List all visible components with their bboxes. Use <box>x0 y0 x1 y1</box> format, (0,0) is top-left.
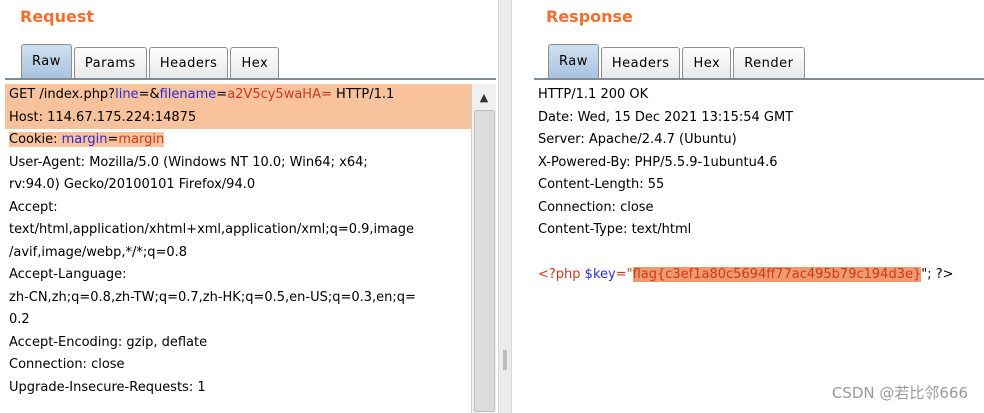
tab-headers[interactable]: Headers <box>600 47 681 78</box>
php-close: "; ?> <box>921 267 954 282</box>
response-editor[interactable]: HTTP/1.1 200 OK Date: Wed, 15 Dec 2021 1… <box>534 84 984 287</box>
status-line: HTTP/1.1 200 OK <box>538 87 649 102</box>
header-line: Connection: close <box>538 199 654 215</box>
tab-raw[interactable]: Raw <box>21 44 72 78</box>
cookie-value: margin <box>118 132 165 147</box>
equals-sign: = <box>216 87 228 102</box>
tab-headers[interactable]: Headers <box>148 47 229 78</box>
header-line: Upgrade-Insecure-Requests: 1 <box>9 379 206 395</box>
header-line: Connection: close <box>9 357 125 372</box>
response-title: Response <box>546 7 633 26</box>
tab-params[interactable]: Params <box>73 47 147 78</box>
response-tabs: Raw Headers Hex Render <box>548 44 807 78</box>
php-body-line: <?php $key="flag{c3ef1a80c5694ff77ac495b… <box>534 264 984 287</box>
header-line: /avif,image/webp,*/*;q=0.8 <box>9 244 188 260</box>
scroll-thumb[interactable] <box>474 110 495 412</box>
param-value-filename: a2V5cy5waHA= <box>227 87 332 102</box>
request-tabs: Raw Params Headers Hex <box>21 44 281 78</box>
tab-render[interactable]: Render <box>733 47 805 78</box>
header-line: Server: Apache/2.4.7 (Ubuntu) <box>538 132 737 147</box>
pane-divider[interactable] <box>498 0 512 413</box>
header-line: rv:94.0) Gecko/20100101 Firefox/94.0 <box>9 177 256 192</box>
flag-value: flag{c3ef1a80c5694ff77ac495b79c194d3e} <box>632 267 922 282</box>
header-line: 0.2 <box>9 312 30 327</box>
equals-sign: = <box>138 87 150 102</box>
param-key-filename: filename <box>159 87 217 102</box>
request-pane: Request Raw Params Headers Hex GET /inde… <box>0 0 497 413</box>
protocol: HTTP/1.1 <box>331 87 395 102</box>
tab-underline <box>534 78 984 80</box>
header-line: User-Agent: Mozilla/5.0 (Windows NT 10.0… <box>9 154 368 170</box>
header-line: Content-Type: text/html <box>538 222 692 237</box>
request-title: Request <box>20 7 95 26</box>
response-pane: Response Raw Headers Hex Render HTTP/1.1… <box>514 0 984 413</box>
tab-hex[interactable]: Hex <box>230 47 280 78</box>
header-line: text/html,application/xhtml+xml,applicat… <box>9 222 415 237</box>
ampersand: & <box>149 87 160 102</box>
php-variable: $key <box>584 267 616 282</box>
scroll-up-icon[interactable]: ▲ <box>472 84 496 110</box>
method-path: GET /index.php? <box>9 87 116 102</box>
cookie-highlight: Cookie: margin=margin <box>9 132 165 147</box>
cookie-label: Cookie: <box>9 132 62 147</box>
divider-grip-icon[interactable] <box>503 350 507 370</box>
host-line: Host: 114.67.175.224:14875 <box>5 106 471 129</box>
header-line: Date: Wed, 15 Dec 2021 13:15:54 GMT <box>538 109 794 125</box>
tab-hex[interactable]: Hex <box>682 47 732 78</box>
watermark: CSDN @若比邻666 <box>831 384 968 402</box>
cookie-line: Cookie: margin=margin <box>5 129 471 152</box>
header-line: Content-Length: 55 <box>538 177 665 192</box>
header-line: zh-CN,zh;q=0.8,zh-TW;q=0.7,zh-HK;q=0.5,e… <box>9 289 416 305</box>
param-key-line: line <box>115 87 139 102</box>
php-open-tag: <?php <box>538 267 585 282</box>
header-line: X-Powered-By: PHP/5.5.9-1ubuntu4.6 <box>538 154 778 170</box>
request-scrollbar[interactable]: ▲ <box>471 84 496 413</box>
header-line: Accept-Language: <box>9 267 127 282</box>
request-editor[interactable]: GET /index.php?line=&filename=a2V5cy5waH… <box>5 84 471 399</box>
equals-sign: = <box>107 132 119 147</box>
request-line: GET /index.php?line=&filename=a2V5cy5waH… <box>5 84 471 107</box>
header-line: Accept-Encoding: gzip, deflate <box>9 334 208 350</box>
header-line: Accept: <box>9 199 58 215</box>
php-assign: =" <box>615 267 633 282</box>
tab-raw[interactable]: Raw <box>548 44 599 78</box>
cookie-key: margin <box>61 132 108 147</box>
tab-underline <box>5 78 496 80</box>
